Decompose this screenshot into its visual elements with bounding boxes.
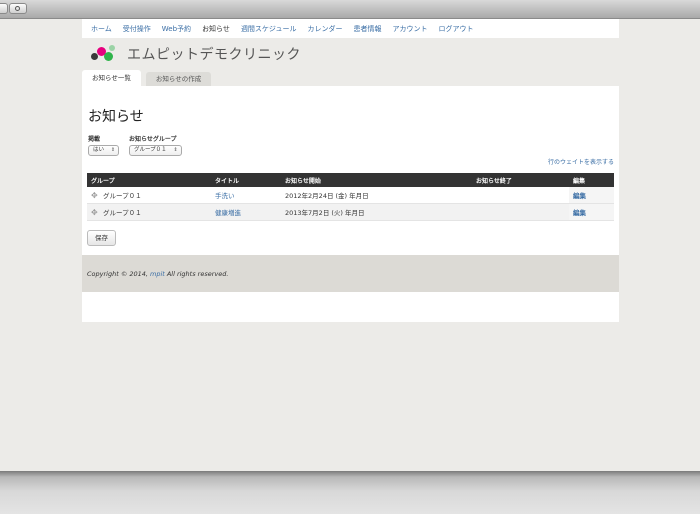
tab-create-notice[interactable]: お知らせの作成 <box>145 72 212 86</box>
header-start: お知らせ開始 <box>281 173 472 187</box>
header-edit: 編集 <box>569 173 614 187</box>
row-start: 2012年2月24日 (金) 年月日 <box>281 187 472 204</box>
row-group: グループ０１ <box>103 192 142 200</box>
nav-calendar[interactable]: カレンダー <box>307 24 342 34</box>
notice-table: グループ タイトル お知らせ開始 お知らせ終了 編集 ✥ グループ０１ 手洗い 2… <box>87 173 614 221</box>
row-edit-link[interactable]: 編集 <box>573 209 586 217</box>
nav-account[interactable]: アカウント <box>392 24 427 34</box>
nav-patient-info[interactable]: 患者情報 <box>353 24 381 34</box>
select-arrow-icon: ⇕ <box>110 147 116 153</box>
browser-toolbar <box>0 0 700 19</box>
header-group: グループ <box>87 173 211 187</box>
tab-notice-list[interactable]: お知らせ一覧 <box>82 70 141 86</box>
group-select-value: グループ０１ <box>134 147 167 153</box>
footer-mpit-link[interactable]: mpit <box>150 270 165 278</box>
clinic-logo-icon[interactable] <box>91 44 117 64</box>
row-end <box>472 187 569 204</box>
nav-notices[interactable]: お知らせ <box>202 24 230 34</box>
show-row-weights-link[interactable]: 行のウェイトを表示する <box>548 157 614 166</box>
group-select[interactable]: グループ０１ ⇕ <box>129 145 182 156</box>
row-edit-link[interactable]: 編集 <box>573 192 586 200</box>
published-select[interactable]: はい ⇕ <box>88 145 120 156</box>
nav-reception[interactable]: 受付操作 <box>123 24 151 34</box>
tab-bar: お知らせ一覧 お知らせの作成 <box>82 70 619 86</box>
nav-logout[interactable]: ログアウト <box>438 24 473 34</box>
gear-icon <box>15 6 20 11</box>
group-filter-label: お知らせグループ <box>129 136 177 143</box>
filter-form: 掲載 はい ⇕ お知らせグループ グループ０１ ⇕ <box>88 134 614 156</box>
save-button[interactable]: 保存 <box>87 230 116 246</box>
header-title: タイトル <box>211 173 281 187</box>
logo-dot <box>104 52 113 61</box>
page-title: お知らせ <box>88 109 144 125</box>
row-title-link[interactable]: 手洗い <box>215 192 235 200</box>
back-button[interactable] <box>0 3 8 14</box>
published-filter-label: 掲載 <box>88 136 101 143</box>
table-row: ✥ グループ０１ 健康増進 2013年7月2日 (火) 年月日 編集 <box>87 203 614 221</box>
drag-handle-icon[interactable]: ✥ <box>91 208 100 217</box>
row-end <box>472 203 569 221</box>
nav-home[interactable]: ホーム <box>91 24 112 34</box>
footer: Copyright © 2014, mpit All rights reserv… <box>82 255 619 292</box>
browser-bottom-bar <box>0 471 700 514</box>
table-row: ✥ グループ０１ 手洗い 2012年2月24日 (金) 年月日 編集 <box>87 187 614 204</box>
row-start: 2013年7月2日 (火) 年月日 <box>281 203 472 221</box>
main-nav: ホーム 受付操作 Web予約 お知らせ 週間スケジュール カレンダー 患者情報 … <box>82 19 619 38</box>
nav-weekly-schedule[interactable]: 週間スケジュール <box>241 24 297 34</box>
logo-dot <box>109 45 115 51</box>
nav-web-reservation[interactable]: Web予約 <box>162 24 191 34</box>
site-title[interactable]: エムピットデモクリニック <box>127 44 301 64</box>
drag-handle-icon[interactable]: ✥ <box>91 191 100 200</box>
footer-rights: All rights reserved. <box>166 269 229 278</box>
site-header: エムピットデモクリニック <box>82 38 619 70</box>
settings-button[interactable] <box>9 3 27 14</box>
published-select-value: はい <box>93 147 105 153</box>
row-group: グループ０１ <box>103 209 142 217</box>
select-arrow-icon: ⇕ <box>173 147 178 153</box>
header-end: お知らせ終了 <box>472 173 569 187</box>
row-title-link[interactable]: 健康増進 <box>215 209 241 217</box>
footer-copyright: Copyright © 2014, <box>87 269 149 278</box>
